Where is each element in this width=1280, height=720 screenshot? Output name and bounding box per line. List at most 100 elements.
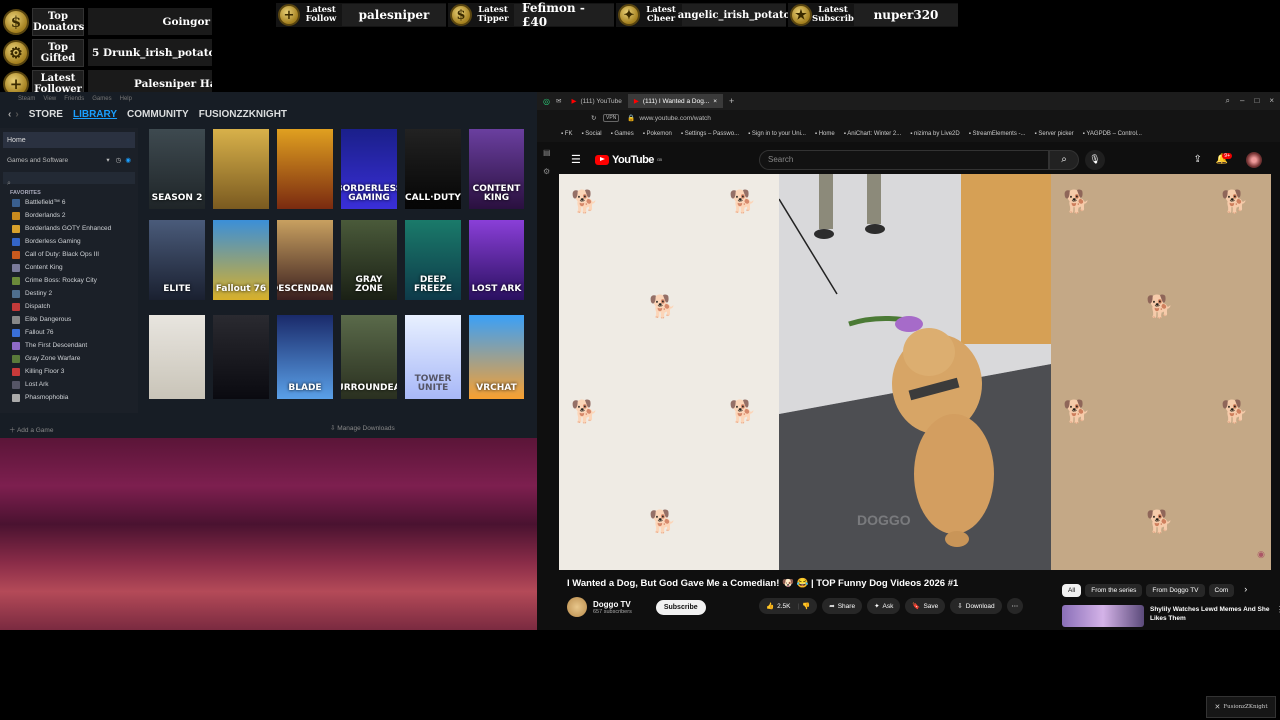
- save-button[interactable]: 🔖 Save: [905, 598, 946, 614]
- menu-item-friends[interactable]: Friends: [64, 96, 84, 102]
- game-tile[interactable]: SURROUNDEAD: [341, 315, 397, 399]
- close-window-icon[interactable]: ×: [1269, 96, 1274, 106]
- bookmark-item[interactable]: ▪ YAGPDB – Control...: [1083, 131, 1142, 137]
- maximize-icon[interactable]: □: [1254, 96, 1259, 106]
- nav-store[interactable]: STORE: [29, 109, 63, 120]
- library-search-input[interactable]: ⌕: [3, 172, 135, 187]
- nav-community[interactable]: COMMUNITY: [127, 109, 189, 120]
- subscribe-button[interactable]: Subscribe: [655, 599, 706, 615]
- menu-icon[interactable]: ☰: [571, 153, 581, 166]
- more-actions-button[interactable]: ⋯: [1006, 598, 1024, 614]
- ask-button[interactable]: ✦ Ask: [867, 598, 901, 614]
- account-avatar[interactable]: [1246, 151, 1262, 168]
- game-tile[interactable]: CALL·DUTY: [405, 129, 461, 209]
- search-tabs-icon[interactable]: ⌕: [1226, 96, 1230, 106]
- back-arrow-icon[interactable]: ‹: [8, 109, 11, 120]
- game-tile[interactable]: GRAY ZONE: [341, 220, 397, 300]
- game-list-item[interactable]: Phasmophobia: [0, 391, 138, 404]
- game-list-item[interactable]: Borderlands GOTY Enhanced: [0, 222, 138, 235]
- chevron-right-icon[interactable]: ›: [1244, 584, 1247, 597]
- tab-youtube[interactable]: ▶ (111) YouTube: [565, 94, 627, 108]
- game-tile[interactable]: VRCHAT: [469, 315, 524, 399]
- game-tile[interactable]: LOST ARK: [469, 220, 524, 300]
- forward-arrow-icon[interactable]: ›: [15, 109, 18, 120]
- rec-thumbnail[interactable]: [1062, 605, 1144, 627]
- tab-video[interactable]: ▶ (111) I Wanted a Dog... ×: [627, 94, 724, 108]
- new-tab-icon[interactable]: +: [729, 96, 734, 106]
- channel-watermark-icon[interactable]: ◉: [1257, 549, 1265, 560]
- bookmark-item[interactable]: ▪ StreamElements -...: [969, 131, 1026, 137]
- video-player[interactable]: 🐕 🐕 🐕 🐕 🐕 🐕 🐕 🐕 🐕 🐕 🐕 🐕 DOGGO ◉: [559, 174, 1271, 570]
- chip-from-series[interactable]: From the series: [1085, 584, 1143, 597]
- game-tile[interactable]: [213, 129, 269, 209]
- chip-all[interactable]: All: [1062, 584, 1082, 597]
- channel-avatar[interactable]: [567, 597, 587, 617]
- channel-name[interactable]: Doggo TV: [593, 600, 632, 609]
- download-button[interactable]: ⇩ Download: [950, 598, 1002, 614]
- game-tile[interactable]: [213, 315, 269, 399]
- game-list-item[interactable]: Content King: [0, 261, 138, 274]
- menu-item-games[interactable]: Games: [92, 96, 111, 102]
- chip-from-channel[interactable]: From Doggo TV: [1146, 584, 1205, 597]
- chip-comedy[interactable]: Com: [1208, 584, 1235, 597]
- search-button[interactable]: ⌕: [1049, 149, 1079, 170]
- game-tile[interactable]: DESCENDANT: [277, 220, 333, 300]
- mail-icon[interactable]: ✉: [556, 97, 561, 105]
- recommended-video[interactable]: Shylily Watches Lewd Memes And She Likes…: [1062, 605, 1280, 627]
- manage-downloads-button[interactable]: ⇩ Manage Downloads: [330, 424, 395, 432]
- clock-icon[interactable]: ◷: [116, 156, 122, 164]
- game-tile[interactable]: Fallout 76: [213, 220, 269, 300]
- library-home[interactable]: Home: [3, 132, 135, 148]
- game-list-item[interactable]: Gray Zone Warfare: [0, 352, 138, 365]
- search-input[interactable]: Search: [759, 149, 1049, 170]
- game-tile[interactable]: SEASON 2: [149, 129, 205, 209]
- upload-icon[interactable]: ⇪: [1193, 154, 1201, 165]
- sidebar-panel-icon[interactable]: ▤: [543, 148, 551, 157]
- menu-item-view[interactable]: View: [43, 96, 56, 102]
- game-tile[interactable]: [277, 129, 333, 209]
- bookmark-item[interactable]: ▪ Pokemon: [643, 131, 672, 137]
- game-list-item[interactable]: Borderless Gaming: [0, 235, 138, 248]
- game-tile[interactable]: BORDERLESS GAMING: [341, 129, 397, 209]
- rec-more-icon[interactable]: ⋮: [1276, 605, 1280, 627]
- game-list-item[interactable]: Fallout 76: [0, 326, 138, 339]
- close-tab-icon[interactable]: ×: [713, 98, 717, 105]
- voice-search-button[interactable]: 🎙: [1085, 149, 1105, 170]
- game-list-item[interactable]: Lost Ark: [0, 378, 138, 391]
- menu-item-steam[interactable]: Steam: [18, 96, 35, 102]
- game-list-item[interactable]: Elite Dangerous: [0, 313, 138, 326]
- game-list-item[interactable]: Dispatch: [0, 300, 138, 313]
- bookmark-item[interactable]: ▪ AniChart: Winter 2...: [844, 131, 902, 137]
- share-button[interactable]: ➦ Share: [822, 598, 863, 614]
- reload-icon[interactable]: ↻: [591, 114, 596, 122]
- game-tile[interactable]: CONTENT KING: [469, 129, 524, 209]
- menu-item-help[interactable]: Help: [120, 96, 132, 102]
- bookmark-item[interactable]: ▪ FK: [561, 131, 572, 137]
- nav-profile[interactable]: FUSIONZZKNIGHT: [199, 109, 287, 120]
- bookmark-item[interactable]: ▪ Home: [815, 131, 835, 137]
- url-text[interactable]: www.youtube.com/watch: [639, 115, 711, 122]
- game-tile[interactable]: [149, 315, 205, 399]
- library-filter-dropdown[interactable]: Games and Software ▾ ◷ ◉: [3, 154, 135, 166]
- bookmark-item[interactable]: ▪ Social: [581, 131, 601, 137]
- game-tile[interactable]: DEEP FREEZE: [405, 220, 461, 300]
- game-tile[interactable]: TOWER UNITE: [405, 315, 461, 399]
- play-filter-icon[interactable]: ◉: [125, 156, 131, 164]
- rec-title[interactable]: Shylily Watches Lewd Memes And She Likes…: [1150, 605, 1270, 627]
- bookmark-item[interactable]: ▪ Sign in to your Uni...: [748, 131, 806, 137]
- game-list-item[interactable]: Killing Floor 3: [0, 365, 138, 378]
- game-tile[interactable]: ELITE: [149, 220, 205, 300]
- game-list-item[interactable]: Destiny 2: [0, 287, 138, 300]
- settings-icon[interactable]: ⚙: [543, 167, 551, 176]
- bookmark-item[interactable]: ▪ Games: [611, 131, 634, 137]
- bookmark-item[interactable]: ▪ Settings – Passwo...: [681, 131, 739, 137]
- vpn-badge[interactable]: VPN: [603, 114, 620, 122]
- game-list-item[interactable]: Call of Duty: Black Ops III: [0, 248, 138, 261]
- game-list-item[interactable]: Battlefield™ 6: [0, 196, 138, 209]
- thumbs-down-icon[interactable]: 👎: [802, 602, 810, 610]
- add-game-button[interactable]: ＋ Add a Game: [9, 424, 53, 434]
- bookmark-item[interactable]: ▪ Server picker: [1035, 131, 1074, 137]
- game-list-item[interactable]: Crime Boss: Rockay City: [0, 274, 138, 287]
- minimize-icon[interactable]: –: [1240, 96, 1244, 106]
- address-bar[interactable]: ↻ VPN 🔒 www.youtube.com/watch: [537, 110, 1280, 126]
